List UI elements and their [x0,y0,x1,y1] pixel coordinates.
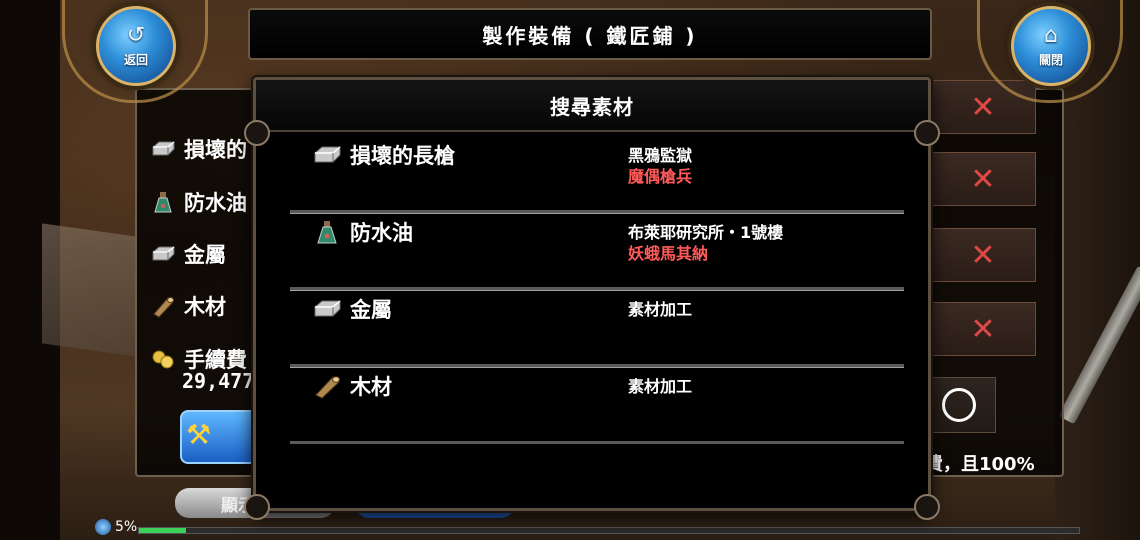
craft-item-label: 木材 [184,295,226,319]
material-name: 金屬 [350,298,392,322]
material-target[interactable]: 妖蛾馬其納 [628,240,708,264]
material-name: 損壞的長槍 [350,144,455,168]
wood-log-icon [315,376,340,399]
search-material-popup: 搜尋素材 損壞的長槍 黑鴉監獄 魔偶槍兵 防水油 布萊耶研究所・1號樓 妖蛾馬其… [244,77,940,520]
material-row[interactable]: 木材 素材加工 [290,367,904,444]
craft-item-row: 金屬 [150,239,226,269]
hammer-icon: ⚒ [186,418,212,451]
material-row[interactable]: 金屬 素材加工 [290,290,904,367]
potion-flask-icon [154,192,172,213]
craft-item-row: 防水油 [150,187,247,217]
craft-item-label: 防水油 [184,191,247,215]
ingot-icon [314,146,341,163]
craft-button[interactable]: ⚒ [180,410,264,464]
progress-bar [138,527,1080,534]
scene-window [42,223,137,357]
wood-log-icon [153,297,174,318]
window-title: 製作裝備 ( 鐵匠鋪 ) [482,23,698,48]
circle-icon [942,388,976,422]
window-title-bar: 製作裝備 ( 鐵匠鋪 ) [248,8,932,60]
craft-item-label: 損壞的 [184,138,247,162]
corner-ornament [914,120,940,146]
globe-icon [95,519,111,535]
popup-title: 搜尋素材 [550,94,634,119]
success-note: 費，且100% [925,454,1035,475]
status-cross-2[interactable]: ✕ [930,152,1036,206]
material-list: 損壞的長槍 黑鴉監獄 魔偶槍兵 防水油 布萊耶研究所・1號樓 妖蛾馬其納 金屬 … [290,136,904,444]
material-source[interactable]: 素材加工 [628,373,692,397]
back-button-label: 返回 [123,52,148,67]
return-arrow-icon: ↺ [126,22,146,48]
progress-fill [139,528,186,533]
home-icon: ⌂ [1044,22,1058,48]
status-cross-3[interactable]: ✕ [930,228,1036,282]
craft-item-row: 木材 [150,291,226,321]
ingot-icon [152,141,175,156]
material-name: 木材 [350,375,392,399]
craft-item-row: 損壞的 [150,134,247,164]
craft-item-label: 金屬 [184,243,226,267]
coins-icon [152,350,174,369]
popup-header: 搜尋素材 [256,80,928,132]
corner-ornament [244,494,270,520]
ingot-icon [152,246,175,261]
status-cross-4[interactable]: ✕ [930,302,1036,356]
material-name: 防水油 [350,221,413,245]
corner-ornament [244,120,270,146]
status-ok[interactable] [922,377,996,433]
close-button[interactable]: ⌂ 關閉 [1011,6,1091,86]
material-source[interactable]: 素材加工 [628,296,692,320]
corner-ornament [914,494,940,520]
material-target[interactable]: 魔偶槍兵 [628,163,692,187]
material-row[interactable]: 損壞的長槍 黑鴉監獄 魔偶槍兵 [290,136,904,213]
material-row[interactable]: 防水油 布萊耶研究所・1號樓 妖蛾馬其納 [290,213,904,290]
back-button[interactable]: ↺ 返回 [96,6,176,86]
progress-indicator: 5% [95,519,137,535]
craft-fee-value: 29,477 [182,369,255,393]
progress-label: 5% [115,519,138,535]
close-button-label: 關閉 [1038,52,1063,67]
potion-flask-icon [317,221,337,244]
ingot-icon [314,300,341,317]
